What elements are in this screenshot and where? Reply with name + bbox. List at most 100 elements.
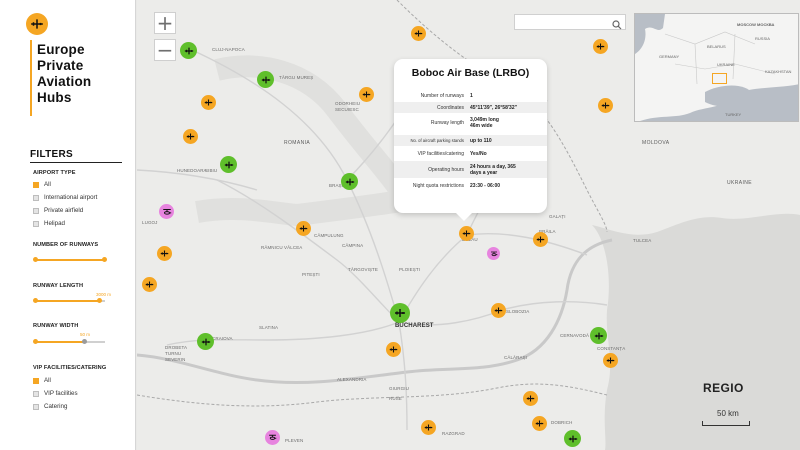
airport-type-all-checkbox[interactable]: All [33,181,51,188]
zoom-in-button[interactable]: + [154,11,176,35]
slider-min-handle[interactable] [33,339,38,344]
international-airport-marker[interactable] [180,42,197,59]
slider-min-handle[interactable] [33,257,38,262]
private-airfield-marker[interactable] [411,26,426,41]
popup-value: Yes/No [470,150,487,157]
slider-handle[interactable] [97,298,102,303]
vip-catering-checkbox[interactable]: Catering [33,403,67,410]
minimap-label: GERMANY [659,54,680,59]
vip-facilities-checkbox[interactable]: VIP facilities [33,390,78,397]
checkbox[interactable] [33,403,39,410]
popup-value: 24 hours a day, 365 days a year [470,163,516,176]
popup-row: Operating hours 24 hours a day, 365 days … [394,161,547,178]
place-label: SLOBOZIA [506,309,530,314]
checkbox[interactable] [33,194,39,201]
checkbox[interactable] [33,377,39,384]
helipad-marker[interactable] [159,204,174,219]
popup-row: Runway length 3,049m long 46m wide [394,115,547,131]
popup-value: 23:30 - 06:00 [470,182,501,189]
title-line: Europe [37,42,85,57]
map-canvas[interactable]: CLUJ-NAPOCA TÂRGU MUREȘ ODORHEIU SECUIES… [137,0,800,450]
place-label: RUSE [389,396,402,401]
checkbox[interactable] [33,220,39,227]
slider-handle[interactable] [82,339,87,344]
runway-width-slider[interactable] [33,339,105,344]
city-label: BUCHAREST [395,323,434,329]
place-label: GALAȚI [549,214,566,219]
zoom-out-button[interactable]: − [154,38,176,62]
private-airfield-marker[interactable] [296,221,311,236]
place-label: CÂMPINA [342,243,364,248]
private-airfield-marker-selected[interactable] [459,226,474,241]
international-airport-marker[interactable] [390,303,410,323]
airport-type-private-checkbox[interactable]: Private airfield [33,207,83,214]
private-airfield-marker[interactable] [598,98,613,113]
option-label: All [44,181,51,188]
place-label: RAZGRAD [442,431,465,436]
vip-all-checkbox[interactable]: All [33,377,51,384]
private-airfield-marker[interactable] [359,87,374,102]
place-label: RÂMNICU VÂLCEA [261,245,303,250]
private-airfield-marker[interactable] [386,342,401,357]
place-label: ODORHEIU SECUIESC [335,101,361,112]
search-box[interactable] [514,14,626,34]
airport-type-label: AIRPORT TYPE [33,170,76,176]
airport-type-international-checkbox[interactable]: International airport [33,194,97,201]
checkbox[interactable] [33,390,39,397]
popup-row: No. of aircraft parking stands up to 110 [394,135,547,146]
search-icon[interactable] [612,17,622,35]
private-airfield-marker[interactable] [532,416,547,431]
private-airfield-marker[interactable] [491,303,506,318]
popup-key: Night quota restrictions [412,182,464,189]
checkbox[interactable] [33,181,39,188]
option-label: Catering [44,403,68,410]
international-airport-marker[interactable] [257,71,274,88]
private-airfield-marker[interactable] [201,95,216,110]
title-accent-bar [30,40,32,116]
private-airfield-marker[interactable] [523,391,538,406]
runways-slider[interactable] [33,257,107,262]
place-label: CLUJ-NAPOCA [212,47,245,52]
place-label: ALEXANDRIA [337,377,367,382]
private-airfield-marker[interactable] [157,246,172,261]
brand-logo: REGIO [703,381,744,395]
runway-width-value: 50 m [80,332,91,337]
option-label: All [44,377,51,384]
place-label: TÂRGOVIȘTE [348,267,379,272]
place-label: CRAIOVA [212,336,233,341]
private-airfield-marker[interactable] [593,39,608,54]
international-airport-marker[interactable] [220,156,237,173]
page-title: Europe Private Aviation Hubs [37,42,91,106]
overview-minimap[interactable]: MOSCOW МОСКВА BELARUS UKRAINE KAZAKHSTAN… [634,13,799,122]
international-airport-marker[interactable] [197,333,214,350]
place-label: SIBIU [205,168,218,173]
international-airport-marker[interactable] [341,173,358,190]
place-label: GIURGIU [389,386,409,391]
search-input[interactable] [515,20,605,34]
place-label: TULCEA [633,238,652,243]
helipad-marker[interactable] [265,430,280,445]
runways-label: NUMBER OF RUNWAYS [33,242,99,248]
popup-row: Number of runways 1 [394,90,547,101]
private-airfield-marker[interactable] [142,277,157,292]
popup-row: VIP facilities/catering Yes/No [394,148,547,159]
scale-bar [702,421,750,426]
private-airfield-marker[interactable] [421,420,436,435]
place-label: LUGOJ [142,220,158,225]
helipad-marker[interactable] [487,247,500,260]
runway-length-label: RUNWAY LENGTH [33,283,84,289]
place-label: DROBETA TURNU SEVERIN [165,345,187,362]
slider-min-handle[interactable] [33,298,38,303]
slider-max-handle[interactable] [102,257,107,262]
private-airfield-marker[interactable] [603,353,618,368]
slider-fill [35,259,105,261]
airport-type-helipad-checkbox[interactable]: Helipad [33,220,65,227]
checkbox[interactable] [33,207,39,214]
private-airfield-marker[interactable] [533,232,548,247]
place-label: CÂMPULUNG [314,233,344,238]
international-airport-marker[interactable] [590,327,607,344]
private-airfield-marker[interactable] [183,129,198,144]
international-airport-marker[interactable] [564,430,581,447]
runway-length-slider[interactable] [33,298,105,303]
viewport-indicator[interactable] [712,73,727,84]
